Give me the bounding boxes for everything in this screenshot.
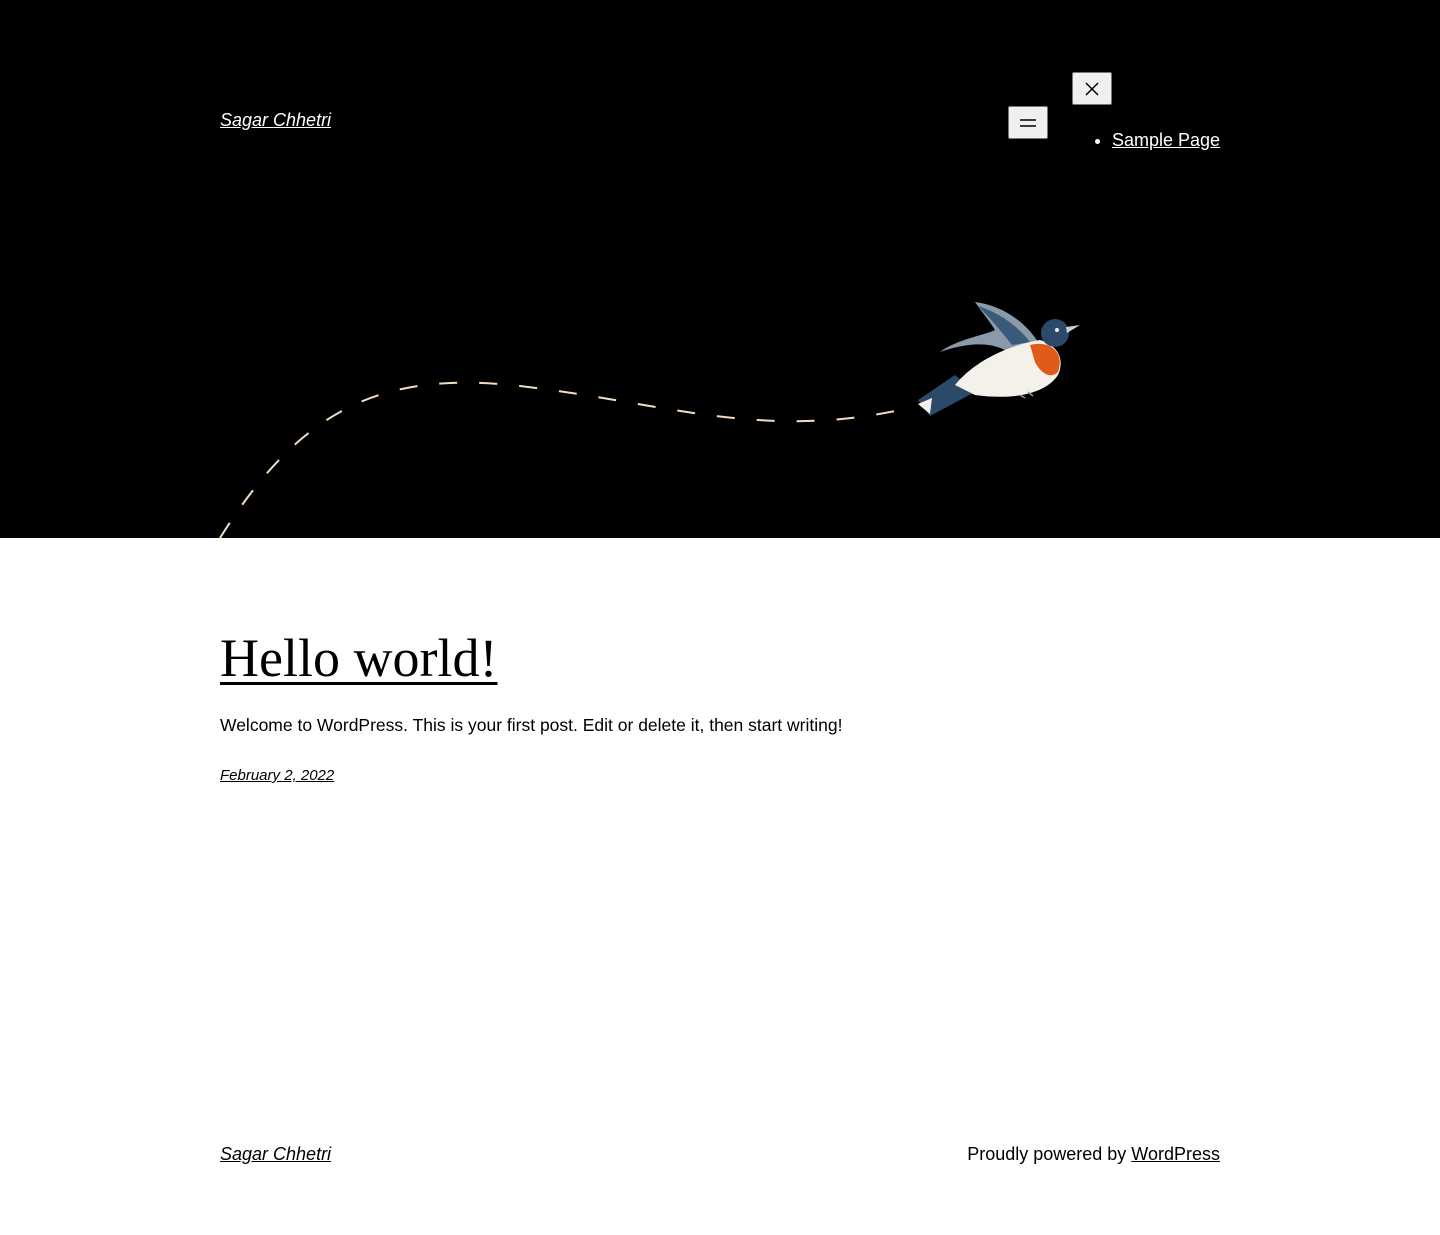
nav-item-sample-page: Sample Page	[1112, 128, 1220, 152]
wordpress-link[interactable]: WordPress	[1131, 1144, 1220, 1164]
close-icon	[1085, 81, 1099, 96]
footer-site-title-link[interactable]: Sagar Chhetri	[220, 1144, 331, 1165]
post-title: Hello world!	[220, 622, 497, 694]
bird-icon	[918, 302, 1080, 416]
post-title-link[interactable]: Hello world!	[220, 628, 497, 688]
footer-credit: Proudly powered by WordPress	[967, 1144, 1220, 1165]
nav-link-sample-page[interactable]: Sample Page	[1112, 130, 1220, 150]
header-illustration	[219, 302, 1080, 538]
primary-navigation: Sample Page	[1072, 128, 1220, 152]
footer-credit-text: Proudly powered by	[967, 1144, 1132, 1164]
open-menu-button[interactable]	[1008, 106, 1048, 139]
post-excerpt: Welcome to WordPress. This is your first…	[220, 715, 843, 735]
site-header: Sagar Chhetri Sample Page	[0, 0, 1440, 538]
hamburger-menu-icon	[1020, 118, 1036, 127]
flight-path	[219, 381, 901, 538]
post-date-link[interactable]: February 2, 2022	[220, 767, 334, 784]
close-menu-button[interactable]	[1072, 72, 1112, 105]
site-title-link[interactable]: Sagar Chhetri	[220, 110, 331, 131]
